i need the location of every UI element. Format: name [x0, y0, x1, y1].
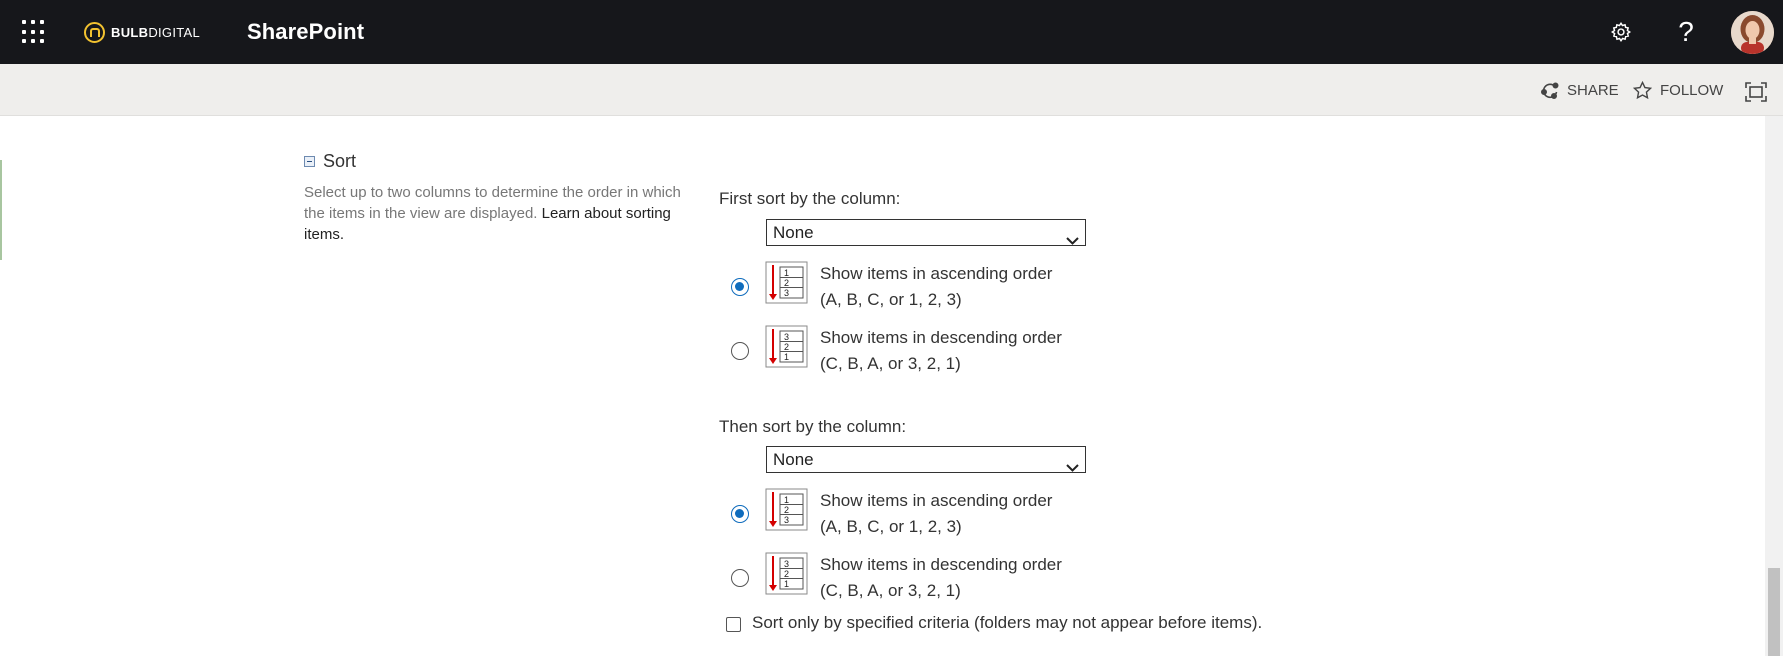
- second-ascending-radio[interactable]: [731, 505, 749, 523]
- second-ascending-line1: Show items in ascending order: [820, 491, 1053, 510]
- svg-text:3: 3: [784, 332, 789, 342]
- svg-text:1: 1: [784, 268, 789, 278]
- svg-text:3: 3: [784, 288, 789, 298]
- app-title[interactable]: SharePoint: [247, 19, 364, 45]
- svg-text:2: 2: [784, 342, 789, 352]
- brand-light: DIGITAL: [148, 24, 201, 40]
- scrollbar-thumb[interactable]: [1768, 568, 1780, 656]
- sort-ascending-icon: 1 2 3: [765, 488, 808, 531]
- bulb-logo-icon: [84, 21, 105, 43]
- first-descending-line1: Show items in descending order: [820, 328, 1062, 347]
- first-descending-line2: (C, B, A, or 3, 2, 1): [820, 354, 961, 373]
- second-descending-radio[interactable]: [731, 569, 749, 587]
- sort-criteria-label[interactable]: Sort only by specified criteria (folders…: [752, 613, 1262, 633]
- sort-descending-icon: 3 2 1: [765, 552, 808, 595]
- svg-text:2: 2: [784, 505, 789, 515]
- first-descending-radio[interactable]: [731, 342, 749, 360]
- first-ascending-line1: Show items in ascending order: [820, 264, 1053, 283]
- sort-criteria-checkbox[interactable]: [726, 617, 741, 632]
- brand-logo[interactable]: BULBDIGITAL: [84, 21, 200, 43]
- svg-text:2: 2: [784, 278, 789, 288]
- second-sort-label: Then sort by the column:: [719, 417, 907, 436]
- follow-button[interactable]: FOLLOW: [1632, 80, 1723, 101]
- svg-text:3: 3: [784, 515, 789, 525]
- sort-section-description: Select up to two columns to determine th…: [304, 182, 699, 245]
- svg-text:2: 2: [784, 569, 789, 579]
- first-sort-select[interactable]: None: [766, 219, 1086, 246]
- first-sort-label: First sort by the column:: [719, 189, 901, 208]
- suite-bar: BULBDIGITAL SharePoint ?: [0, 0, 1783, 64]
- chevron-down-icon: [1066, 455, 1079, 480]
- follow-label: FOLLOW: [1660, 82, 1724, 99]
- second-ascending-line2: (A, B, C, or 1, 2, 3): [820, 517, 962, 536]
- second-descending-option[interactable]: Show items in descending order (C, B, A,…: [820, 552, 1062, 604]
- first-ascending-line2: (A, B, C, or 1, 2, 3): [820, 290, 962, 309]
- share-icon: [1540, 80, 1560, 100]
- second-descending-line2: (C, B, A, or 3, 2, 1): [820, 581, 961, 600]
- help-icon[interactable]: ?: [1670, 16, 1702, 48]
- share-button[interactable]: SHARE: [1540, 80, 1619, 100]
- sort-section-title: Sort: [323, 151, 357, 171]
- svg-text:1: 1: [784, 352, 789, 362]
- share-label: SHARE: [1567, 81, 1619, 99]
- waffle-icon[interactable]: [22, 20, 46, 44]
- first-sort-selected: None: [773, 223, 814, 242]
- second-sort-select[interactable]: None: [766, 446, 1086, 473]
- collapse-icon[interactable]: [304, 156, 315, 167]
- sort-descending-icon: 3 2 1: [765, 325, 808, 368]
- chevron-down-icon: [1066, 228, 1079, 253]
- second-sort-selected: None: [773, 450, 814, 469]
- settings-gear-icon[interactable]: [1605, 16, 1637, 48]
- second-ascending-option[interactable]: Show items in ascending order (A, B, C, …: [820, 488, 1052, 540]
- main-content: Sort Select up to two columns to determi…: [0, 116, 1765, 656]
- svg-text:1: 1: [784, 579, 789, 589]
- sort-ascending-icon: 1 2 3: [765, 261, 808, 304]
- command-bar: SHARE FOLLOW: [0, 64, 1783, 116]
- focus-mode-icon[interactable]: [1745, 82, 1767, 107]
- star-icon: [1632, 80, 1653, 101]
- sort-section-header[interactable]: Sort: [304, 151, 356, 172]
- vertical-scrollbar[interactable]: [1765, 116, 1783, 656]
- svg-text:3: 3: [784, 559, 789, 569]
- first-ascending-radio[interactable]: [731, 278, 749, 296]
- brand-bold: BULB: [111, 24, 149, 40]
- second-descending-line1: Show items in descending order: [820, 555, 1062, 574]
- first-ascending-option[interactable]: Show items in ascending order (A, B, C, …: [820, 261, 1052, 313]
- avatar[interactable]: [1731, 11, 1774, 54]
- svg-text:1: 1: [784, 495, 789, 505]
- first-descending-option[interactable]: Show items in descending order (C, B, A,…: [820, 325, 1062, 377]
